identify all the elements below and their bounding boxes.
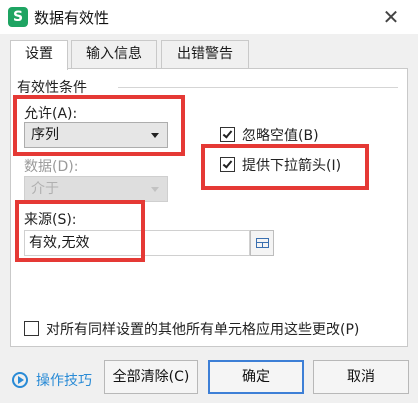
dialog-title: 数据有效性 <box>34 9 110 27</box>
ignore-blank-label: 忽略空值(B) <box>242 128 319 144</box>
tab-input-message[interactable]: 输入信息 <box>71 40 157 69</box>
close-icon[interactable]: ✕ <box>378 4 404 30</box>
dropdown-arrow-label: 提供下拉箭头(I) <box>242 158 342 174</box>
ok-button[interactable]: 确定 <box>208 360 304 394</box>
app-icon: S <box>8 7 28 27</box>
cancel-button[interactable]: 取消 <box>313 360 409 394</box>
validation-criteria-label: 有效性条件 <box>17 77 87 97</box>
clear-all-button[interactable]: 全部清除(C) <box>104 360 198 394</box>
apply-all-checkbox[interactable] <box>24 321 39 336</box>
chevron-down-icon <box>151 133 159 138</box>
data-label: 数据(D): <box>24 159 79 175</box>
play-icon[interactable] <box>12 372 28 388</box>
data-select-value: 介于 <box>31 181 59 197</box>
data-select: 介于 <box>24 176 168 202</box>
dropdown-arrow-checkbox[interactable] <box>220 157 235 172</box>
allow-select-value: 序列 <box>31 127 59 143</box>
source-input[interactable]: 有效,无效 <box>24 230 250 256</box>
tab-error-alert[interactable]: 出错警告 <box>161 40 249 69</box>
range-select-icon <box>256 238 269 248</box>
group-divider <box>118 87 398 88</box>
chevron-down-icon <box>151 187 159 192</box>
allow-label: 允许(A): <box>24 106 78 122</box>
source-label: 来源(S): <box>24 212 77 228</box>
title-bar: S 数据有效性 ✕ <box>0 0 418 34</box>
tab-settings[interactable]: 设置 <box>10 40 68 70</box>
check-icon <box>222 158 233 169</box>
check-icon <box>222 128 233 139</box>
apply-all-label: 对所有同样设置的其他所有单元格应用这些更改(P) <box>46 322 360 338</box>
allow-select[interactable]: 序列 <box>24 122 168 148</box>
tips-link[interactable]: 操作技巧 <box>36 370 92 390</box>
range-select-button[interactable] <box>250 230 274 256</box>
ignore-blank-checkbox[interactable] <box>220 127 235 142</box>
